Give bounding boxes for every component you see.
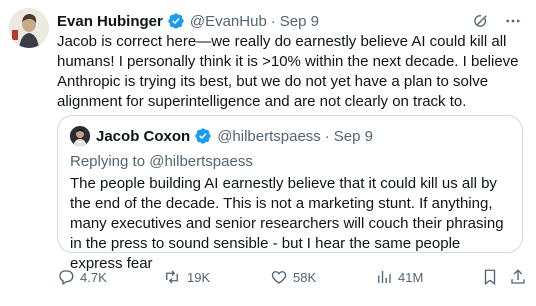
bookmark-button[interactable] bbox=[481, 268, 504, 286]
reply-icon bbox=[59, 270, 74, 285]
action-bar: 4.7K 19K 58K 41M bbox=[57, 266, 527, 288]
verified-badge-icon bbox=[167, 12, 185, 30]
quoted-avatar bbox=[70, 126, 90, 146]
views-button[interactable]: 41M bbox=[375, 268, 423, 286]
replying-to-label: Replying to bbox=[70, 153, 146, 170]
repost-count: 19K bbox=[187, 269, 211, 285]
repost-icon bbox=[166, 270, 178, 284]
repost-button[interactable]: 19K bbox=[162, 268, 210, 286]
views-icon bbox=[378, 271, 391, 283]
separator: · bbox=[270, 12, 276, 30]
quoted-date: Sep 9 bbox=[333, 127, 373, 145]
bookmark-icon bbox=[484, 269, 496, 286]
quoted-text: The people building AI earnestly believe… bbox=[70, 175, 504, 272]
tweet-date[interactable]: Sep 9 bbox=[280, 13, 319, 30]
author-handle[interactable]: @EvanHub bbox=[190, 13, 267, 30]
views-count: 41M bbox=[398, 269, 424, 285]
replying-to: Replying to @hilbertspaess bbox=[70, 153, 253, 170]
share-button[interactable] bbox=[509, 268, 532, 286]
author-avatar[interactable] bbox=[9, 8, 49, 48]
author-name[interactable]: Evan Hubinger bbox=[57, 13, 163, 30]
verified-badge-icon bbox=[194, 127, 212, 145]
quoted-tweet[interactable]: Jacob Coxon @hilbertspaess · Sep 9 Reply… bbox=[57, 115, 523, 272]
quoted-separator: · bbox=[324, 127, 330, 145]
like-icon bbox=[271, 271, 287, 284]
share-icon bbox=[511, 269, 525, 284]
tweet-header: Evan Hubinger @EvanHub · Sep 9 bbox=[57, 10, 522, 32]
reply-button[interactable]: 4.7K bbox=[57, 268, 107, 286]
reply-count: 4.7K bbox=[80, 269, 107, 285]
quoted-header: Jacob Coxon @hilbertspaess · Sep 9 bbox=[70, 126, 373, 146]
quoted-author-name: Jacob Coxon bbox=[96, 127, 191, 145]
like-button[interactable]: 58K bbox=[270, 268, 316, 286]
more-icon[interactable] bbox=[504, 12, 522, 30]
tweet-text: Jacob is correct here—we really do earne… bbox=[57, 33, 519, 110]
replying-to-handle[interactable]: @hilbertspaess bbox=[149, 153, 253, 170]
quoted-handle: @hilbertspaess bbox=[217, 127, 321, 145]
like-count: 58K bbox=[293, 269, 317, 285]
grok-icon[interactable] bbox=[472, 12, 490, 30]
